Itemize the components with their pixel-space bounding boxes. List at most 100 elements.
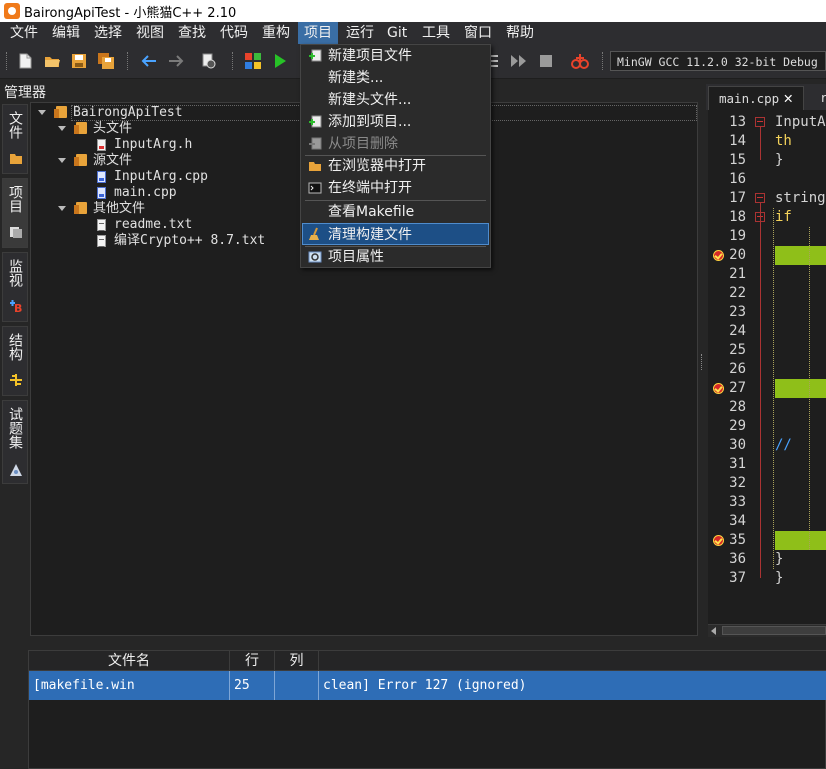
line-number[interactable]: 31: [708, 455, 746, 474]
line-number[interactable]: 37: [708, 569, 746, 588]
menu-item-view-makefile[interactable]: 查看Makefile: [302, 201, 489, 223]
menu-item-project-properties[interactable]: 项目属性: [302, 246, 489, 268]
close-tab-icon[interactable]: ✕: [783, 87, 793, 110]
line-number[interactable]: 14: [708, 132, 746, 151]
menu-run[interactable]: 运行: [340, 22, 380, 44]
menu-item-label: 新建项目文件: [328, 48, 412, 64]
forward-arrow-icon[interactable]: [167, 52, 185, 70]
menu-item-label: 新建类...: [328, 70, 384, 86]
code-line: if: [775, 209, 792, 225]
run-icon[interactable]: [271, 52, 289, 70]
line-number[interactable]: 16: [708, 170, 746, 189]
line-number[interactable]: 32: [708, 474, 746, 493]
breakpoint-icon[interactable]: [713, 535, 724, 546]
fast-forward-icon[interactable]: [510, 52, 528, 70]
tab-project[interactable]: 项目: [2, 178, 28, 248]
table-row[interactable]: [makefile.win 25 clean] Error 127 (ignor…: [29, 671, 826, 700]
menu-tools[interactable]: 工具: [416, 22, 456, 44]
menu-view[interactable]: 视图: [130, 22, 170, 44]
tab-structure[interactable]: 结构: [2, 326, 28, 396]
code-area[interactable]: InputA th} string if // }}: [773, 110, 826, 624]
line-number[interactable]: 29: [708, 417, 746, 436]
menu-help[interactable]: 帮助: [500, 22, 540, 44]
tree-file-readme[interactable]: readme.txt: [114, 217, 192, 233]
fold-guide: [760, 222, 761, 559]
column-header-filename[interactable]: 文件名: [29, 651, 230, 671]
line-number[interactable]: 19: [708, 227, 746, 246]
tree-folder-others[interactable]: 其他文件: [93, 201, 145, 217]
line-number[interactable]: 34: [708, 512, 746, 531]
line-number[interactable]: 28: [708, 398, 746, 417]
cpp-file-icon: [97, 187, 106, 199]
stop-icon[interactable]: [537, 52, 555, 70]
menu-item-clean-build-files[interactable]: 清理构建文件: [302, 223, 489, 245]
tree-folder-headers[interactable]: 头文件: [93, 121, 132, 137]
line-number[interactable]: 36: [708, 550, 746, 569]
menu-file[interactable]: 文件: [4, 22, 44, 44]
compile-icon[interactable]: [244, 52, 262, 70]
line-number[interactable]: 15: [708, 151, 746, 170]
search-in-files-icon[interactable]: [200, 52, 218, 70]
menu-item-new-project-file[interactable]: 新建项目文件: [302, 45, 489, 67]
line-number[interactable]: 23: [708, 303, 746, 322]
line-number[interactable]: 13: [708, 113, 746, 132]
folder-icon: [309, 162, 321, 171]
menu-project[interactable]: 项目: [298, 22, 338, 44]
line-number[interactable]: 30: [708, 436, 746, 455]
line-number[interactable]: 17: [708, 189, 746, 208]
tree-file-crypto-notes[interactable]: 编译Crypto++ 8.7.txt: [114, 233, 265, 249]
scrollbar-thumb[interactable]: [722, 626, 826, 635]
column-header-message[interactable]: [319, 651, 826, 671]
line-number[interactable]: 18: [708, 208, 746, 227]
compiler-select[interactable]: MinGW GCC 11.2.0 32-bit Debug: [610, 51, 826, 71]
menu-window[interactable]: 窗口: [458, 22, 498, 44]
menu-edit[interactable]: 编辑: [46, 22, 86, 44]
line-number[interactable]: 24: [708, 322, 746, 341]
expand-arrow-icon[interactable]: [38, 110, 46, 115]
tree-folder-sources[interactable]: 源文件: [93, 153, 132, 169]
open-folder-icon[interactable]: [43, 52, 61, 70]
menu-item-add-to-project[interactable]: 添加到项目...: [302, 111, 489, 133]
expand-arrow-icon[interactable]: [58, 158, 66, 163]
tab-watch[interactable]: 监视 B: [2, 252, 28, 322]
column-header-column[interactable]: 列: [275, 651, 319, 671]
scroll-left-icon[interactable]: [711, 627, 716, 635]
save-all-icon[interactable]: [97, 52, 115, 70]
menu-item-remove-from-project[interactable]: 从项目删除: [302, 133, 489, 155]
menu-git[interactable]: Git: [381, 22, 413, 44]
expand-arrow-icon[interactable]: [58, 206, 66, 211]
tree-file-inputarg-cpp[interactable]: InputArg.cpp: [114, 169, 208, 185]
horizontal-scrollbar[interactable]: [708, 624, 826, 637]
line-number[interactable]: 26: [708, 360, 746, 379]
menu-search[interactable]: 查找: [172, 22, 212, 44]
back-arrow-icon[interactable]: [140, 52, 158, 70]
line-number[interactable]: 21: [708, 265, 746, 284]
menu-item-new-class[interactable]: 新建类...: [302, 67, 489, 89]
breakpoint-icon[interactable]: [713, 250, 724, 261]
menu-item-open-in-terminal[interactable]: 在终端中打开: [302, 177, 489, 199]
fold-toggle-icon[interactable]: [755, 193, 765, 203]
tree-file-inputarg-h[interactable]: InputArg.h: [114, 137, 192, 153]
tab-problem-set-label: 试题集: [7, 407, 23, 449]
expand-arrow-icon[interactable]: [58, 126, 66, 131]
new-file-icon[interactable]: [16, 52, 34, 70]
debug-bug-icon[interactable]: [571, 52, 589, 70]
breakpoint-icon[interactable]: [713, 383, 724, 394]
line-number[interactable]: 22: [708, 284, 746, 303]
column-header-line[interactable]: 行: [230, 651, 275, 671]
line-number[interactable]: 25: [708, 341, 746, 360]
tree-file-main-cpp[interactable]: main.cpp: [114, 185, 177, 201]
menu-code[interactable]: 代码: [214, 22, 254, 44]
menu-item-open-in-browser[interactable]: 在浏览器中打开: [302, 155, 489, 177]
fold-toggle-icon[interactable]: [755, 117, 765, 127]
tab-files[interactable]: 文件: [2, 104, 28, 174]
panel-splitter[interactable]: [698, 84, 706, 640]
menu-select[interactable]: 选择: [88, 22, 128, 44]
tab-main-cpp[interactable]: main.cpp ✕: [708, 86, 804, 110]
tab-other-file[interactable]: r: [810, 86, 826, 110]
tab-problem-set[interactable]: 试题集: [2, 400, 28, 484]
menu-refactor[interactable]: 重构: [256, 22, 296, 44]
save-icon[interactable]: [70, 52, 88, 70]
menu-item-new-header[interactable]: 新建头文件...: [302, 89, 489, 111]
line-number[interactable]: 33: [708, 493, 746, 512]
